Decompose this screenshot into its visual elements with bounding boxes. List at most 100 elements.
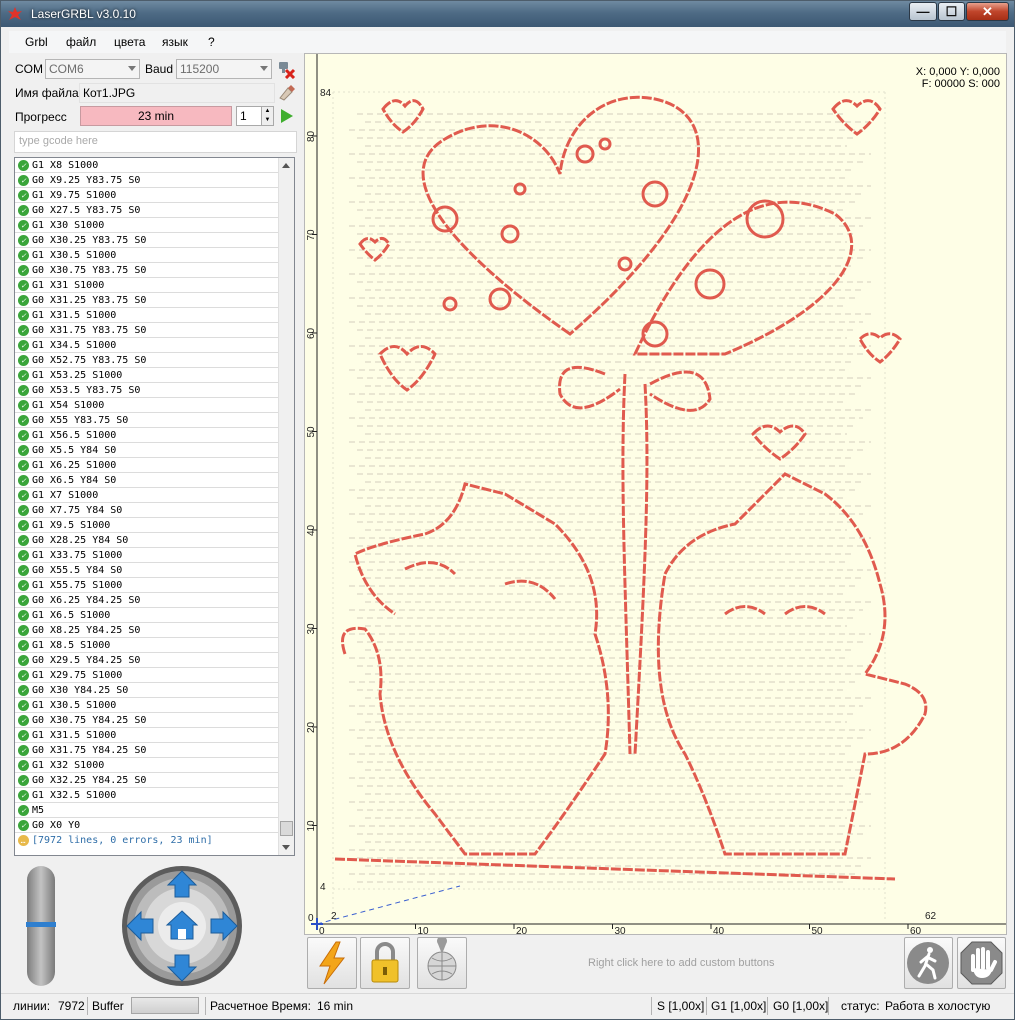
gcode-line[interactable]: ✓ G1 X53.25 S1000: [15, 368, 278, 383]
gcode-line[interactable]: ✓ G0 X32.25 Y84.25 S0: [15, 773, 278, 788]
stepper-up-icon[interactable]: ▲: [261, 107, 273, 116]
gcode-line[interactable]: ✓ G1 X31.5 S1000: [15, 308, 278, 323]
y-tick-label: 10: [306, 820, 317, 832]
gcode-list-scrollbar[interactable]: [278, 158, 294, 855]
go-home-button[interactable]: [904, 937, 953, 989]
jog-control[interactable]: [121, 865, 243, 987]
g1-override[interactable]: G1 [1,00x]: [711, 999, 766, 1013]
set-zero-button[interactable]: [417, 936, 467, 989]
com-label: COM: [15, 62, 43, 76]
close-button[interactable]: ✕: [966, 2, 1009, 21]
title-bar[interactable]: LaserGRBL v3.0.10 — ☐ ✕: [1, 1, 1014, 27]
travel-path-line: [316, 885, 461, 925]
gcode-command-input[interactable]: type gcode here: [14, 131, 297, 153]
gcode-line[interactable]: ✓ G1 X32 S1000: [15, 758, 278, 773]
com-port-select[interactable]: COM6: [45, 59, 140, 79]
gcode-line[interactable]: ✓ G0 X28.25 Y84 S0: [15, 533, 278, 548]
gcode-line[interactable]: ✓ G0 X30.75 Y83.75 S0: [15, 263, 278, 278]
gcode-line[interactable]: ✓ G1 X30.5 S1000: [15, 248, 278, 263]
check-icon: ✓: [18, 820, 29, 831]
gcode-line[interactable]: ✓ G0 X53.5 Y83.75 S0: [15, 383, 278, 398]
gcode-line[interactable]: ✓ G0 X29.5 Y84.25 S0: [15, 653, 278, 668]
x-tick-label: 40: [713, 926, 725, 935]
gcode-line[interactable]: ✓ G1 X31 S1000: [15, 278, 278, 293]
gcode-line[interactable]: ✓ G0 X30.25 Y83.75 S0: [15, 233, 278, 248]
gcode-line[interactable]: ✓ G0 X7.75 Y84 S0: [15, 503, 278, 518]
gcode-line[interactable]: ✓ G0 X5.5 Y84 S0: [15, 443, 278, 458]
gcode-line[interactable]: ✓ G0 X6.5 Y84 S0: [15, 473, 278, 488]
gcode-list[interactable]: ✓ G1 X8 S1000 ✓ G0 X9.25 Y83.75 S0 ✓ G1 X9.75…: [14, 157, 295, 856]
gcode-line-text: G1 X31.5 S1000: [32, 310, 117, 321]
custom-button-bar[interactable]: Right click here to add custom buttons: [304, 935, 1007, 993]
gcode-line[interactable]: ✓ G1 X30 S1000: [15, 218, 278, 233]
run-play-icon[interactable]: [280, 108, 294, 124]
unlock-button[interactable]: [360, 937, 410, 989]
stepper-down-icon[interactable]: ▼: [261, 116, 273, 125]
gcode-line[interactable]: ✓ G1 X31.5 S1000: [15, 728, 278, 743]
speed-slider-thumb[interactable]: [26, 922, 56, 927]
gcode-line[interactable]: ✓ G1 X33.75 S1000: [15, 548, 278, 563]
preview-canvas[interactable]: 0 10 20 30 40 50 60 10 20 30 40 50 60 70 80 84 4 2 62…: [304, 53, 1007, 935]
open-file-icon[interactable]: [278, 84, 296, 102]
gcode-line-text: G1 X32.5 S1000: [32, 790, 117, 801]
check-icon: ✓: [18, 775, 29, 786]
chevron-down-icon: [128, 66, 136, 71]
gcode-line[interactable]: ✓ G0 X31.75 Y83.75 S0: [15, 323, 278, 338]
gcode-line[interactable]: ✓ G1 X7 S1000: [15, 488, 278, 503]
disconnect-icon[interactable]: [276, 59, 296, 79]
gcode-line[interactable]: ✓ G1 X8.5 S1000: [15, 638, 278, 653]
speed-slider[interactable]: [26, 866, 56, 986]
gcode-line[interactable]: ✓ G0 X6.25 Y84.25 S0: [15, 593, 278, 608]
gcode-line[interactable]: ✓ G0 X55 Y83.75 S0: [15, 413, 278, 428]
g0-override[interactable]: G0 [1,00x]: [773, 999, 828, 1013]
gcode-line[interactable]: ✓ G1 X56.5 S1000: [15, 428, 278, 443]
gcode-line[interactable]: ✓ G1 X34.5 S1000: [15, 338, 278, 353]
check-icon: ✓: [18, 385, 29, 396]
gcode-line[interactable]: ✓ G1 X6.5 S1000: [15, 608, 278, 623]
s-override[interactable]: S [1,00x]: [657, 999, 704, 1013]
gcode-line-text: G0 X55 Y83.75 S0: [32, 415, 129, 426]
gcode-line[interactable]: ✓ G0 X30 Y84.25 S0: [15, 683, 278, 698]
gcode-line[interactable]: ✓ G1 X30.5 S1000: [15, 698, 278, 713]
gcode-line[interactable]: ✓ G0 X9.25 Y83.75 S0: [15, 173, 278, 188]
gcode-line[interactable]: ✓ G0 X31.25 Y83.75 S0: [15, 293, 278, 308]
scroll-thumb[interactable]: [280, 821, 293, 836]
laser-fire-button[interactable]: [307, 937, 357, 989]
gcode-line[interactable]: ✓ G1 X32.5 S1000: [15, 788, 278, 803]
gcode-line[interactable]: ✓ G0 X27.5 Y83.75 S0: [15, 203, 278, 218]
gcode-line-text: G0 X32.25 Y84.25 S0: [32, 775, 147, 786]
gcode-line[interactable]: ✓ G1 X9.5 S1000: [15, 518, 278, 533]
check-icon: ✓: [18, 580, 29, 591]
menu-file[interactable]: файл: [66, 35, 96, 49]
baud-select[interactable]: 115200: [176, 59, 272, 79]
gcode-line[interactable]: ✓ G0 X0 Y0: [15, 818, 278, 833]
gcode-line[interactable]: ✓ G1 X8 S1000: [15, 158, 278, 173]
gcode-line[interactable]: ✓ G1 X55.75 S1000: [15, 578, 278, 593]
menu-grbl[interactable]: Grbl: [25, 35, 48, 49]
gcode-line[interactable]: ✓ G1 X54 S1000: [15, 398, 278, 413]
gcode-line[interactable]: ✓ G0 X30.75 Y84.25 S0: [15, 713, 278, 728]
gcode-line[interactable]: ✓ G1 X29.75 S1000: [15, 668, 278, 683]
y-bottom-marker: 4: [320, 882, 326, 893]
chevron-down-icon: [260, 66, 268, 71]
gcode-line[interactable]: ✓ M5: [15, 803, 278, 818]
menu-colors[interactable]: цвета: [114, 35, 145, 49]
gcode-line[interactable]: ✓ G0 X55.5 Y84 S0: [15, 563, 278, 578]
gcode-line[interactable]: ✓ G1 X6.25 S1000: [15, 458, 278, 473]
gcode-line-text: M5: [32, 805, 45, 816]
gcode-line[interactable]: ✓ G1 X9.75 S1000: [15, 188, 278, 203]
abort-button[interactable]: [957, 937, 1006, 989]
gcode-line[interactable]: ✓ G0 X31.75 Y84.25 S0: [15, 743, 278, 758]
walk-icon: [907, 942, 949, 984]
gcode-line[interactable]: ✓ G0 X8.25 Y84.25 S0: [15, 623, 278, 638]
menu-help[interactable]: ?: [208, 35, 215, 49]
repeat-count-stepper[interactable]: 1 ▲ ▼: [236, 106, 274, 126]
menu-language[interactable]: язык: [162, 35, 188, 49]
scroll-down-icon[interactable]: [282, 845, 290, 850]
minimize-button[interactable]: —: [909, 2, 937, 21]
gcode-line-text: G1 X7 S1000: [32, 490, 99, 501]
scroll-up-icon[interactable]: [282, 163, 290, 168]
gcode-line-text: G0 X55.5 Y84 S0: [32, 565, 123, 576]
maximize-button[interactable]: ☐: [938, 2, 965, 21]
gcode-line[interactable]: ✓ G0 X52.75 Y83.75 S0: [15, 353, 278, 368]
